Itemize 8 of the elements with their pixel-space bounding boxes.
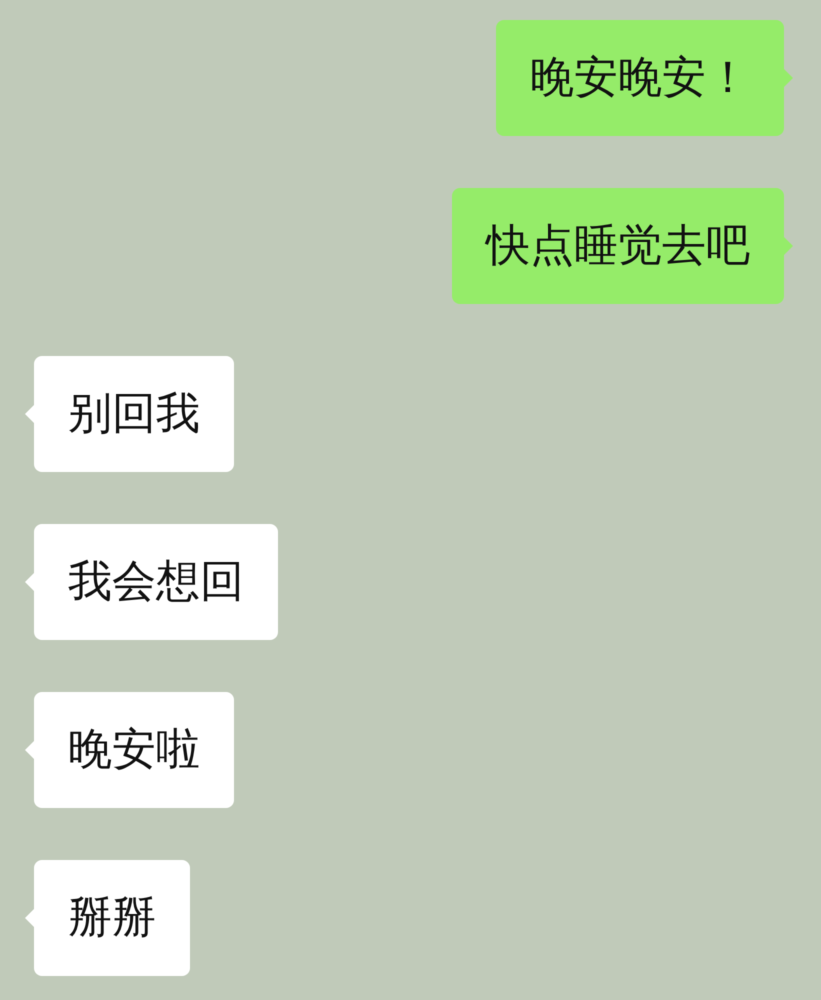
message-bubble: 晚安啦 [34, 692, 234, 808]
bubble-tail-icon [783, 236, 793, 256]
bubble-tail-icon [783, 68, 793, 88]
message-bubble: 快点睡觉去吧 [452, 188, 784, 304]
message-bubble: 晚安晚安！ [496, 20, 784, 136]
message-bubble: 掰掰 [34, 860, 190, 976]
message-bubble: 别回我 [34, 356, 234, 472]
message-bubble: 我会想回 [34, 524, 278, 640]
